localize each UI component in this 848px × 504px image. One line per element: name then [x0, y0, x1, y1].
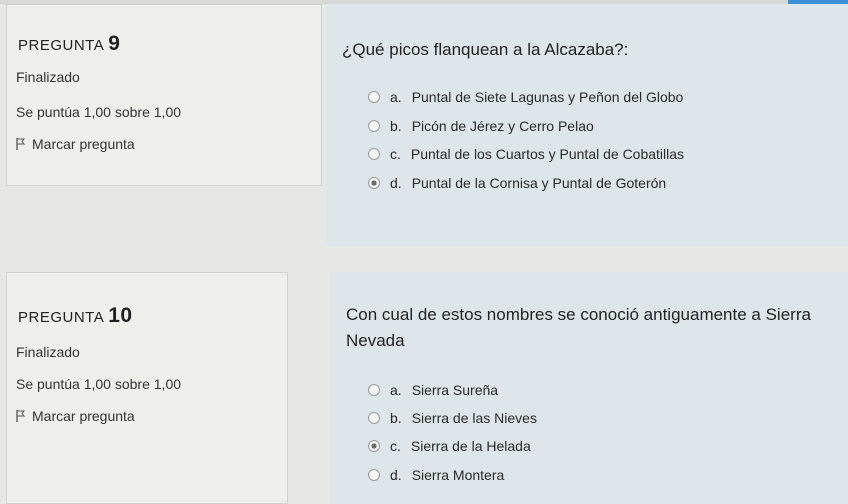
answer-option[interactable]: a. Puntal de Siete Lagunas y Peñon del G… — [368, 89, 683, 105]
answer-option[interactable]: a. Sierra Sureña — [368, 382, 498, 398]
answer-option[interactable]: b. Sierra de las Nieves — [368, 410, 537, 426]
flag-icon — [16, 410, 26, 422]
flag-question-link[interactable]: Marcar pregunta — [16, 136, 135, 152]
answer-letter: c. — [390, 438, 401, 454]
question-number: PREGUNTA 9 — [18, 32, 120, 56]
question-number-value: 9 — [108, 32, 121, 55]
answer-option-selected[interactable]: d. Puntal de la Cornisa y Puntal de Gote… — [368, 175, 666, 191]
question-prefix: PREGUNTA — [18, 309, 105, 326]
answer-option[interactable]: b. Picón de Jérez y Cerro Pelao — [368, 118, 594, 134]
question-text-line-2: Nevada — [346, 331, 405, 350]
answer-text: Picón de Jérez y Cerro Pelao — [411, 118, 594, 134]
answer-text: Puntal de los Cuartos y Puntal de Cobati… — [410, 146, 685, 162]
question-number-value: 10 — [108, 304, 133, 327]
question-state: Finalizado — [16, 344, 80, 360]
radio-button[interactable] — [368, 469, 380, 481]
answer-text: Sierra Montera — [411, 467, 505, 483]
question-text-line-1: Con cual de estos nombres se conoció ant… — [346, 305, 811, 324]
answer-option[interactable]: c. Puntal de los Cuartos y Puntal de Cob… — [368, 146, 684, 162]
answer-letter: a. — [390, 89, 402, 105]
radio-button-selected[interactable] — [368, 440, 380, 452]
answer-option[interactable]: d. Sierra Montera — [368, 467, 504, 483]
radio-button[interactable] — [368, 120, 380, 132]
answer-letter: b. — [390, 118, 402, 134]
question-grade: Se puntúa 1,00 sobre 1,00 — [16, 376, 182, 392]
answer-letter: c. — [390, 146, 401, 162]
flag-question-label: Marcar pregunta — [32, 408, 135, 424]
answer-text: Puntal de la Cornisa y Puntal de Goterón — [411, 175, 667, 191]
answer-text: Sierra Sureña — [411, 382, 499, 398]
answer-option-selected[interactable]: c. Sierra de la Helada — [368, 438, 531, 454]
question-grade: Se puntúa 1,00 sobre 1,00 — [16, 104, 182, 120]
answer-letter: b. — [390, 410, 402, 426]
answer-text: Sierra de las Nieves — [411, 410, 537, 426]
flag-icon — [16, 138, 26, 150]
flag-question-link[interactable]: Marcar pregunta — [16, 408, 135, 424]
radio-button[interactable] — [368, 148, 380, 160]
question-text: ¿Qué picos flanquean a la Alcazaba?: — [342, 40, 629, 59]
flag-question-label: Marcar pregunta — [32, 136, 135, 152]
answer-text: Sierra de la Helada — [410, 438, 531, 454]
radio-button-selected[interactable] — [368, 177, 380, 189]
radio-button[interactable] — [368, 384, 380, 396]
answer-letter: d. — [390, 467, 402, 483]
radio-button[interactable] — [368, 412, 380, 424]
question-state: Finalizado — [16, 69, 80, 85]
radio-button[interactable] — [368, 91, 380, 103]
question-number: PREGUNTA 10 — [18, 304, 133, 328]
question-prefix: PREGUNTA — [18, 37, 105, 54]
answer-letter: a. — [390, 382, 402, 398]
answer-text: Puntal de Siete Lagunas y Peñon del Glob… — [411, 89, 684, 105]
answer-letter: d. — [390, 175, 402, 191]
